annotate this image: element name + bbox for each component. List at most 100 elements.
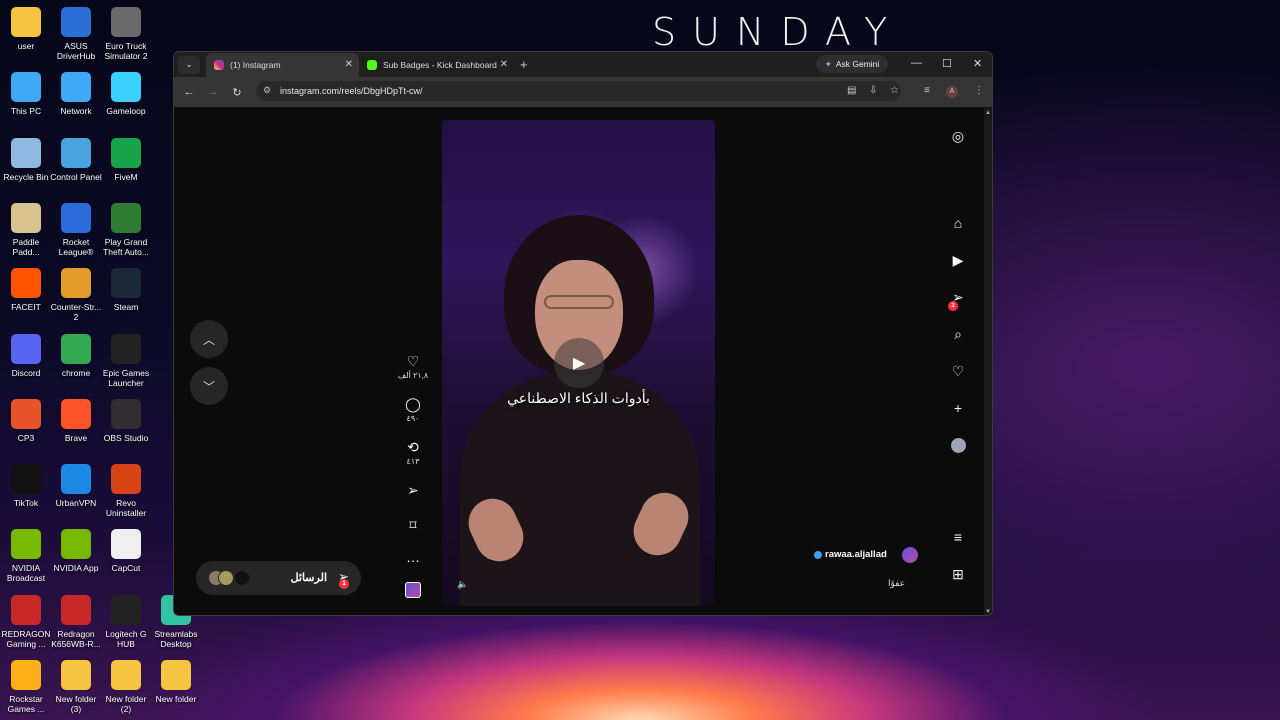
desktop-icon[interactable]: Logitech G HUB (100, 594, 152, 649)
desktop-icon[interactable]: New folder (150, 660, 202, 704)
desktop-icon[interactable]: Network (50, 72, 102, 116)
close-icon[interactable]: ✕ (345, 59, 353, 70)
desktop-icon[interactable]: Rockstar Games ... (0, 660, 52, 714)
desktop-icon[interactable]: REDRAGON Gaming ... (0, 594, 52, 649)
avatar (218, 570, 234, 586)
more-dots-icon: … (406, 549, 420, 565)
desktop-icon-label: user (17, 41, 35, 51)
menu-dots-icon[interactable]: ⋮ (974, 85, 984, 96)
desktop-icon[interactable]: NVIDIA App (50, 529, 102, 573)
desktop-icon[interactable]: FiveM (100, 137, 152, 182)
desktop-icon[interactable]: New folder (3) (50, 660, 102, 714)
minimize-button[interactable]: — (911, 57, 922, 69)
reels-icon[interactable]: ▶ (948, 252, 968, 269)
desktop-icon[interactable]: NVIDIA Broadcast (0, 529, 52, 583)
gear-icon (61, 7, 91, 37)
back-button[interactable]: ← (177, 86, 201, 98)
scroll-down-icon[interactable]: ▼ (985, 609, 991, 615)
ask-gemini-label: Ask Gemini (835, 59, 880, 69)
desktop-icon[interactable]: Paddle Padd... (0, 202, 52, 257)
save-action[interactable]: ⌑ (396, 517, 430, 534)
chevron-up-icon: ︿ (202, 332, 215, 347)
desktop-icon[interactable]: Revo Uninstaller (100, 464, 152, 518)
desktop-icon[interactable]: Recycle Bin (0, 137, 52, 182)
maximize-button[interactable]: ☐ (942, 57, 952, 70)
profile-avatar-icon[interactable] (948, 438, 968, 456)
apps-grid-icon[interactable]: ⊞ (948, 566, 968, 583)
comment-action[interactable]: ◯ ٤٩٠ (396, 396, 430, 423)
ask-gemini-button[interactable]: ✦ Ask Gemini (816, 55, 888, 73)
desktop-icon[interactable]: This PC (0, 72, 52, 116)
reel-video[interactable]: ▶ بأدوات الذكاء الاصطناعي 🔈 (442, 120, 715, 606)
reel-author[interactable]: rawaa.aljallad (814, 549, 887, 560)
forward-button[interactable]: → (201, 86, 225, 98)
desktop-icon[interactable]: Discord (0, 333, 52, 378)
instagram-logo-icon[interactable]: ◎ (948, 128, 968, 145)
author-username: rawaa.aljallad (825, 549, 887, 560)
desktop-icon[interactable]: OBS Studio (100, 398, 152, 443)
scroll-up-icon[interactable]: ▲ (985, 110, 991, 116)
desktop-icon[interactable]: Play Grand Theft Auto... (100, 202, 152, 257)
repost-action[interactable]: ⟲ ٤١٣ (396, 439, 430, 466)
desktop-icon[interactable]: Control Panel (50, 137, 102, 182)
desktop-icon[interactable]: Steam (100, 268, 152, 312)
tab-instagram[interactable]: (1) Instagram ✕ (206, 53, 359, 77)
desktop-icon-label: Rocket League® (58, 236, 94, 257)
more-options[interactable]: … (396, 549, 430, 565)
install-app-icon[interactable]: ⇩ (869, 85, 877, 96)
reload-button[interactable]: ↻ (225, 86, 249, 99)
desktop-icon[interactable]: chrome (50, 333, 102, 378)
audio-thumbnail[interactable] (405, 582, 421, 598)
desktop-icon[interactable]: CP3 (0, 398, 52, 443)
scrollbar[interactable]: ▲ ▼ (984, 108, 992, 615)
desktop-icon-label: This PC (10, 106, 42, 117)
bookmark-star-icon[interactable]: ☆ (890, 85, 899, 96)
reading-list-icon[interactable]: ≡ (924, 85, 930, 96)
site-settings-icon[interactable]: ⚙ (263, 85, 271, 96)
play-button[interactable]: ▶ (554, 338, 604, 388)
desktop-icon[interactable]: Euro Truck Simulator 2 (100, 7, 152, 61)
desktop-icon[interactable]: UrbanVPN (50, 464, 102, 508)
desktop-icon[interactable]: FACEIT (0, 268, 52, 312)
previous-reel-button[interactable]: ︿ (190, 320, 228, 358)
url-bar[interactable]: ⚙ instagram.com/reels/DbgHDpTt-cw/ (256, 81, 901, 101)
tab-search-button[interactable]: ⌄ (178, 55, 200, 74)
profile-avatar[interactable]: A (946, 86, 958, 98)
create-plus-icon[interactable]: + (948, 400, 968, 416)
share-action[interactable]: ➢ (396, 482, 430, 499)
heart-icon: ♡ (406, 353, 420, 369)
translate-icon[interactable]: ▤ (847, 85, 856, 96)
desktop-icon[interactable]: Rocket League® (50, 202, 102, 257)
desktop-icon[interactable]: Gameloop (100, 72, 152, 116)
messages-label: الرسائل (290, 572, 327, 584)
desktop-icon[interactable]: CapCut (100, 529, 152, 573)
chevron-down-icon: ﹀ (202, 379, 215, 394)
desktop-icon[interactable]: New folder (2) (100, 660, 152, 714)
verified-icon (814, 550, 822, 559)
desktop-icon[interactable]: Redragon K656WB-R... (50, 594, 102, 649)
speaker-icon[interactable]: 🔈 (457, 579, 468, 590)
close-window-button[interactable]: ✕ (973, 57, 982, 70)
desktop-icon[interactable]: Counter-Str... 2 (50, 268, 102, 322)
close-icon[interactable]: ✕ (500, 59, 508, 70)
desktop-icon[interactable]: user (0, 7, 52, 51)
desktop-icon[interactable]: TikTok (0, 464, 52, 508)
messages-button[interactable]: الرسائل ➢ 1 (196, 561, 361, 595)
new-tab-button[interactable]: + (520, 57, 528, 72)
tab-kick[interactable]: Sub Badges - Kick Dashboard ✕ (359, 53, 514, 77)
activity-heart-icon[interactable]: ♡ (948, 363, 968, 380)
menu-hamburger-icon[interactable]: ≡ (948, 529, 968, 545)
desktop-icon[interactable]: Epic Games Launcher (100, 333, 152, 388)
fivem-icon (111, 137, 141, 168)
desktop-icon[interactable]: Brave (50, 398, 102, 443)
desktop-icon[interactable]: ASUS DriverHub (50, 7, 102, 61)
like-action[interactable]: ♡ ٢١,٨ ألف (396, 353, 430, 380)
truck-icon (111, 7, 141, 37)
author-avatar[interactable] (902, 547, 918, 563)
home-icon[interactable]: ⌂ (948, 215, 968, 231)
search-icon[interactable]: ⌕ (948, 326, 968, 343)
reel-sound[interactable]: عفوًا (888, 578, 905, 589)
desktop-icon-label: Network (60, 106, 92, 117)
bookmark-icon: ⌑ (409, 517, 417, 533)
next-reel-button[interactable]: ﹀ (190, 367, 228, 405)
